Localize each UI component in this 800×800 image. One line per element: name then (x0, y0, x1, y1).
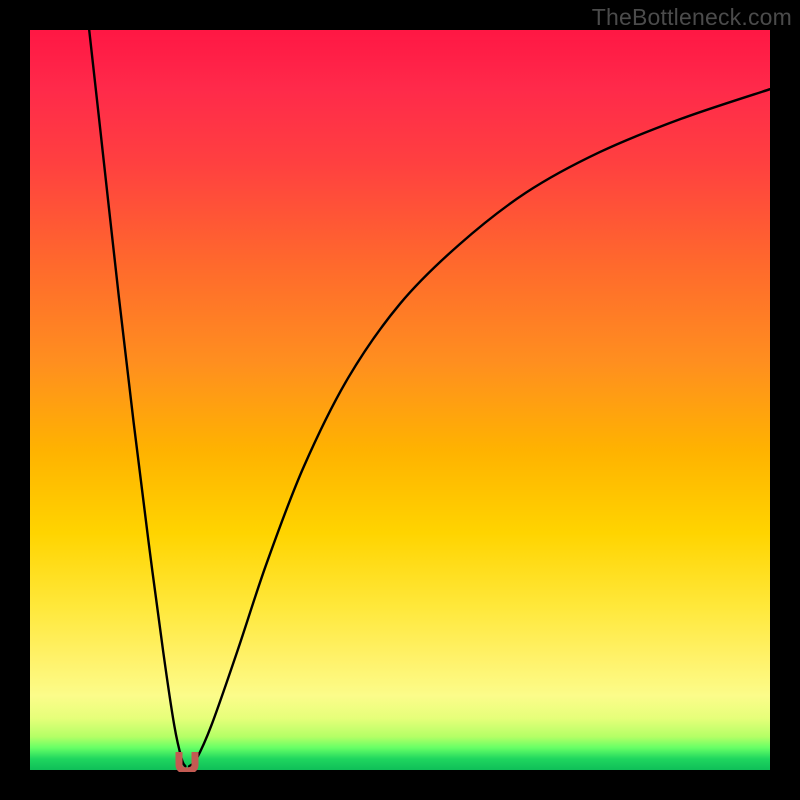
curve-left-branch (89, 30, 185, 766)
curve-right-branch (189, 89, 770, 766)
u-shape-icon (174, 752, 200, 772)
bottleneck-curve (30, 30, 770, 770)
chart-plot-area (30, 30, 770, 770)
minimum-marker (174, 752, 200, 772)
watermark-text: TheBottleneck.com (592, 4, 792, 31)
chart-frame: TheBottleneck.com (0, 0, 800, 800)
